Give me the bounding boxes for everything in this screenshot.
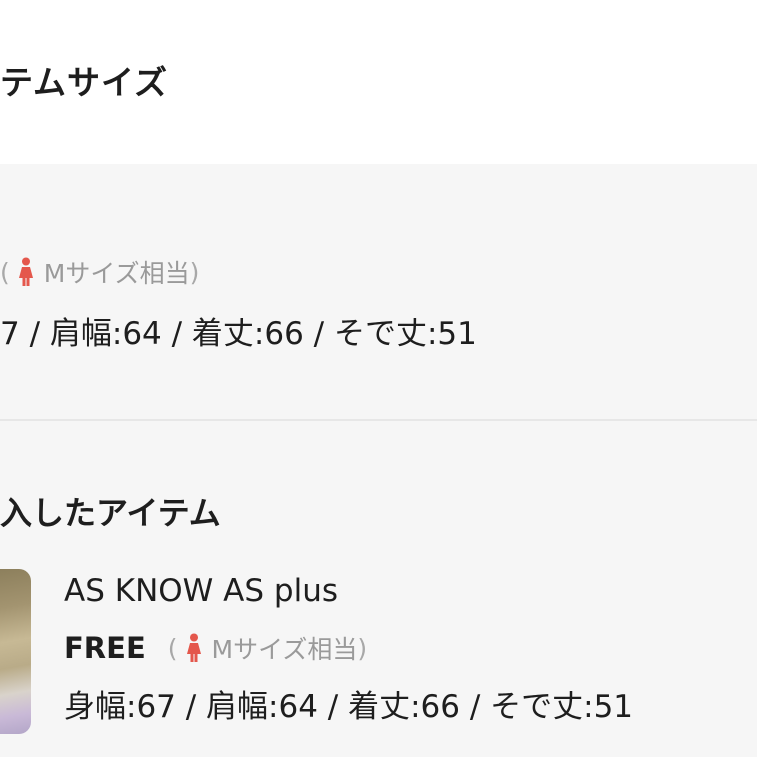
- section-divider: [0, 419, 757, 421]
- item-size-row: FREE ( Mサイズ相当 ): [64, 626, 367, 670]
- size-measurements: 7 / 肩幅:64 / 着丈:66 / そで丈:51: [0, 316, 477, 352]
- item-note-size-label: Mサイズ相当: [211, 635, 358, 664]
- size-equivalent-note: ( Mサイズ相当 ): [0, 252, 199, 292]
- item-note-open-paren: (: [167, 633, 178, 663]
- item-size-title: テムサイズ: [0, 63, 169, 102]
- woman-icon: [184, 633, 204, 663]
- woman-icon: [16, 257, 36, 287]
- item-brand-name[interactable]: AS KNOW AS plus: [64, 573, 338, 609]
- item-thumbnail[interactable]: [0, 569, 31, 734]
- item-note-close-paren: ): [357, 633, 368, 663]
- note-open-paren: (: [0, 257, 10, 287]
- item-measurements: 身幅:67 / 肩幅:64 / 着丈:66 / そで丈:51: [64, 689, 634, 725]
- purchased-items-title: 入したアイテム: [0, 494, 221, 532]
- item-size-label: FREE: [64, 631, 146, 665]
- note-close-paren: ): [189, 257, 200, 287]
- note-size-label: Mサイズ相当: [43, 259, 190, 288]
